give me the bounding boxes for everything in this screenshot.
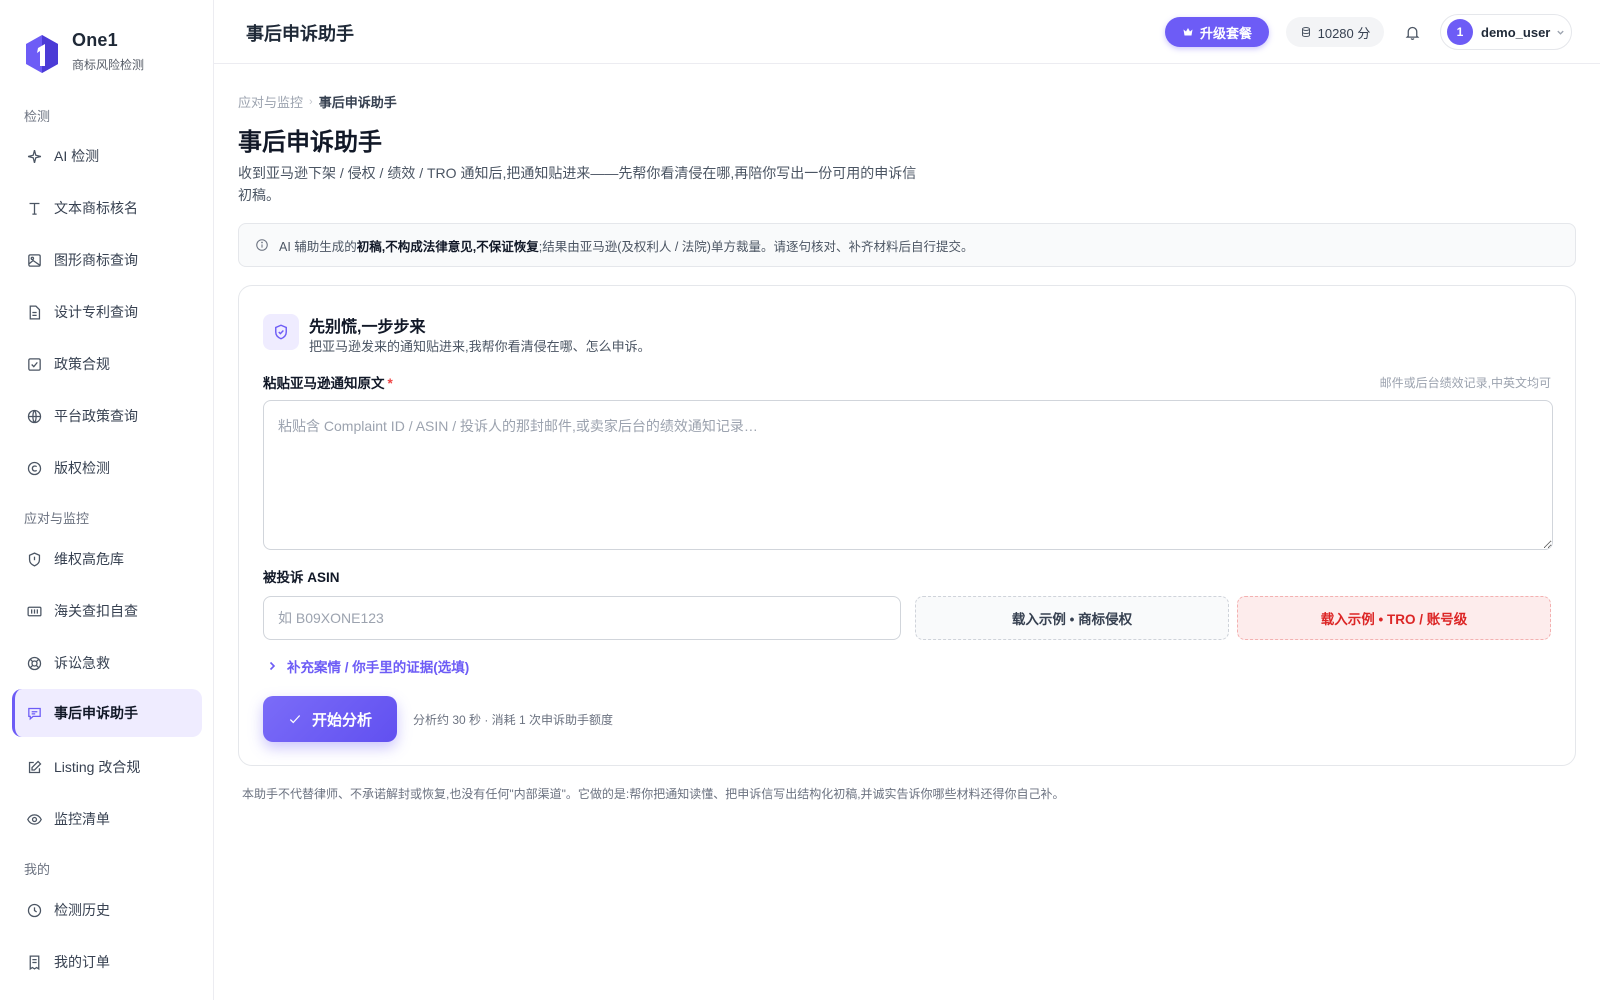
supplement-evidence-toggle[interactable]: 补充案情 / 你手里的证据(选填): [267, 656, 469, 676]
header-title: 事后申诉助手: [246, 24, 354, 44]
top-header: 事后申诉助手 升级套餐 10280 分 1 demo_user: [214, 0, 1600, 64]
username: demo_user: [1481, 24, 1551, 40]
supplement-evidence-label: 补充案情 / 你手里的证据(选填): [287, 660, 470, 675]
breadcrumb-parent[interactable]: 应对与监控: [238, 92, 303, 111]
hexagon-1-logo-icon: [26, 35, 58, 73]
sidebar-item-litigation[interactable]: 诉讼急救: [12, 639, 202, 687]
breadcrumb-separator: ›: [309, 95, 313, 108]
eye-icon: [24, 809, 44, 829]
lifebuoy-icon: [24, 653, 44, 673]
required-mark: *: [387, 376, 393, 391]
globe-icon: [24, 406, 44, 426]
notification-bell-icon[interactable]: [1400, 20, 1424, 44]
image-icon: [24, 250, 44, 270]
brand-name: One1: [72, 30, 118, 50]
upgrade-plan-button[interactable]: 升级套餐: [1165, 17, 1269, 47]
notice-bold: 初稿,不构成法律意见,不保证恢复: [356, 239, 539, 254]
copyright-icon: [24, 458, 44, 478]
coins-icon: [1301, 27, 1310, 38]
clock-icon: [24, 900, 44, 920]
document-icon: [24, 302, 44, 322]
sidebar-item-high-risk-db[interactable]: 维权高危库: [12, 535, 202, 583]
nav-section-label: 我的: [24, 862, 51, 877]
chat-icon: [24, 703, 44, 723]
sidebar-item-label: 检测历史: [54, 902, 110, 918]
card-subtitle: 把亚马逊发来的通知贴进来,我帮你看清侵在哪、怎么申诉。: [309, 339, 651, 354]
start-analysis-button[interactable]: 开始分析: [263, 696, 397, 742]
sidebar-item-label: 我的订单: [54, 954, 110, 970]
sidebar-item-copyright[interactable]: 版权检测: [12, 444, 202, 492]
notice-field-hint: 邮件或后台绩效记录,中英文均可: [1379, 376, 1551, 390]
load-example-trademark-button[interactable]: 载入示例 • 商标侵权: [915, 596, 1229, 640]
page-description: 收到亚马逊下架 / 侵权 / 绩效 / TRO 通知后,把通知贴进来——先帮你看…: [238, 165, 917, 203]
sidebar: One1 商标风险检测 检测 AI 检测 文本商标核名 图形商标查询 设计专利查…: [0, 0, 214, 1000]
sidebar-item-history[interactable]: 检测历史: [12, 886, 202, 934]
sidebar-item-policy-compliance[interactable]: 政策合规: [12, 340, 202, 388]
sidebar-item-watchlist[interactable]: 监控清单: [12, 795, 202, 843]
sidebar-item-ai-detect[interactable]: AI 检测: [12, 132, 202, 180]
sidebar-item-label: Listing 改合规: [54, 759, 141, 775]
upgrade-plan-label: 升级套餐: [1199, 25, 1252, 41]
load-example-tro-button[interactable]: 载入示例 • TRO / 账号级: [1237, 596, 1551, 640]
breadcrumb-current: 事后申诉助手: [318, 95, 397, 110]
check-icon: [289, 715, 301, 724]
sidebar-item-label: 维权高危库: [54, 551, 124, 567]
asin-field-label: 被投诉 ASIN: [263, 570, 340, 585]
container-icon: [24, 601, 44, 621]
sidebar-item-label: AI 检测: [54, 148, 100, 164]
sidebar-item-label: 监控清单: [54, 811, 110, 827]
asin-input[interactable]: [263, 596, 901, 640]
sidebar-item-label: 设计专利查询: [54, 304, 138, 320]
nav-section-label: 检测: [24, 109, 51, 124]
user-menu[interactable]: 1 demo_user: [1440, 14, 1572, 50]
brand[interactable]: One1 商标风险检测: [24, 30, 144, 74]
edit-icon: [24, 757, 44, 777]
text-icon: [24, 198, 44, 218]
sidebar-item-label: 文本商标核名: [54, 200, 138, 216]
sparkle-icon: [24, 146, 44, 166]
sidebar-item-label: 事后申诉助手: [54, 705, 138, 721]
notice-text-input[interactable]: [263, 400, 1553, 550]
checkbox-icon: [24, 354, 44, 374]
notice-prefix: AI 辅助生成的: [279, 239, 357, 254]
crown-icon: [1183, 28, 1193, 36]
brand-subtitle: 商标风险检测: [72, 58, 145, 72]
breadcrumb: 应对与监控 › 事后申诉助手: [238, 92, 397, 111]
sidebar-item-label: 图形商标查询: [54, 252, 138, 268]
chevron-right-icon: [269, 661, 276, 671]
sidebar-item-label: 海关查扣自查: [54, 603, 138, 619]
sidebar-item-orders[interactable]: 我的订单: [12, 938, 202, 986]
sidebar-item-appeal-assistant[interactable]: 事后申诉助手: [12, 689, 202, 737]
footnote: 本助手不代替律师、不承诺解封或恢复,也没有任何"内部渠道"。它做的是:帮你把通知…: [242, 787, 1065, 801]
info-icon: [256, 239, 268, 251]
sidebar-item-label: 平台政策查询: [54, 408, 138, 424]
avatar: 1: [1447, 19, 1473, 45]
sidebar-item-image-trademark[interactable]: 图形商标查询: [12, 236, 202, 284]
card-title: 先别慌,一步步来: [309, 319, 426, 336]
sidebar-item-listing-fix[interactable]: Listing 改合规: [12, 743, 202, 791]
sidebar-item-label: 版权检测: [54, 460, 110, 476]
sidebar-item-label: 诉讼急救: [54, 655, 110, 671]
notice-field-label: 粘贴亚马逊通知原文 *: [263, 372, 393, 392]
notice-field-label-text: 粘贴亚马逊通知原文: [263, 376, 385, 391]
sidebar-item-platform-policy[interactable]: 平台政策查询: [12, 392, 202, 440]
notice-suffix: ;结果由亚马逊(及权利人 / 法院)单方裁量。请逐句核对、补齐材料后自行提交。: [538, 239, 974, 254]
shield-check-icon: [263, 314, 299, 350]
sidebar-item-customs[interactable]: 海关查扣自查: [12, 587, 202, 635]
points-balance[interactable]: 10280 分: [1286, 17, 1384, 47]
chevron-down-icon: [1557, 30, 1565, 35]
sidebar-item-label: 政策合规: [54, 356, 110, 372]
shield-icon: [24, 549, 44, 569]
appeal-form-card: 先别慌,一步步来 把亚马逊发来的通知贴进来,我帮你看清侵在哪、怎么申诉。 粘贴亚…: [238, 285, 1576, 766]
sidebar-item-text-trademark[interactable]: 文本商标核名: [12, 184, 202, 232]
start-analysis-hint: 分析约 30 秒 · 消耗 1 次申诉助手额度: [413, 713, 614, 727]
sidebar-item-design-patent[interactable]: 设计专利查询: [12, 288, 202, 336]
start-analysis-label: 开始分析: [311, 711, 372, 729]
nav-section-label: 应对与监控: [24, 511, 90, 526]
page-title: 事后申诉助手: [238, 129, 382, 156]
receipt-icon: [24, 952, 44, 972]
disclaimer-notice: AI 辅助生成的 初稿,不构成法律意见,不保证恢复 ;结果由亚马逊(及权利人 / 法…: [238, 223, 1576, 267]
points-value: 10280 分: [1317, 25, 1371, 41]
